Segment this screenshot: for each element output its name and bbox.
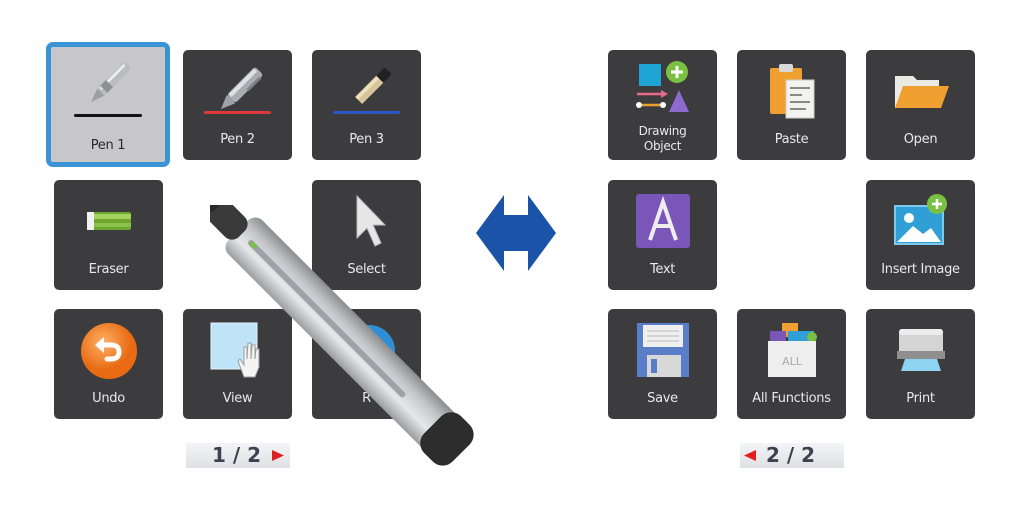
pen-3-button[interactable]: Pen 3 — [312, 50, 421, 160]
view-button[interactable]: View — [183, 309, 292, 419]
open-label: Open — [903, 132, 938, 147]
all-functions-button[interactable]: ALL All Functions — [737, 309, 846, 419]
fountain-pen-icon — [91, 62, 131, 102]
text-button[interactable]: Text — [608, 180, 717, 290]
view-hand-icon — [210, 322, 259, 378]
cursor-arrow-icon — [356, 194, 386, 247]
eraser-icon — [86, 212, 131, 230]
pager-text: 1 / 2 — [212, 443, 262, 467]
insert-image-button[interactable]: Insert Image — [866, 180, 975, 290]
text-a-icon — [635, 194, 690, 248]
view-label: View — [222, 391, 253, 406]
r-button[interactable]: R — [312, 309, 421, 419]
printer-icon — [896, 329, 945, 371]
insert-image-label: Insert Image — [881, 262, 960, 277]
pen-3-color-line — [333, 111, 400, 114]
pager-text: 2 / 2 — [766, 443, 816, 467]
pen-1-label: Pen 1 — [90, 138, 126, 153]
drawing-object-button[interactable]: Drawing Object — [608, 50, 717, 160]
svg-text:ALL: ALL — [782, 355, 803, 368]
pen-1-button[interactable]: Pen 1 — [46, 42, 170, 167]
drawing-object-label: Drawing Object — [638, 124, 687, 153]
text-label: Text — [649, 262, 676, 277]
folder-icon — [894, 76, 949, 108]
undo-icon — [80, 323, 137, 379]
next-arrow-icon[interactable] — [272, 450, 284, 461]
pen-2-label: Pen 2 — [220, 132, 255, 147]
print-button[interactable]: Print — [866, 309, 975, 419]
drawing-object-icon — [635, 61, 689, 112]
open-button[interactable]: Open — [866, 50, 975, 160]
pen-3-label: Pen 3 — [349, 132, 384, 147]
pager-page-1: 1 / 2 — [186, 443, 290, 468]
prev-arrow-icon[interactable] — [744, 450, 756, 461]
pager-page-2: 2 / 2 — [740, 443, 844, 468]
all-functions-label: All Functions — [752, 391, 831, 406]
r-label: R — [362, 391, 371, 406]
print-label: Print — [906, 391, 935, 406]
eraser-label: Eraser — [88, 262, 129, 277]
undo-label: Undo — [92, 391, 125, 406]
select-label: Select — [347, 262, 386, 277]
eraser-button[interactable]: Eraser — [54, 180, 163, 290]
pen-2-button[interactable]: Pen 2 — [183, 50, 292, 160]
pen-2-color-line — [204, 111, 271, 114]
save-button[interactable]: Save — [608, 309, 717, 419]
blue-circle-icon — [342, 325, 395, 377]
pen-1-color-line — [74, 114, 142, 117]
select-button[interactable]: Select — [312, 180, 421, 290]
paste-label: Paste — [774, 132, 809, 147]
double-arrow-icon — [476, 195, 556, 271]
all-functions-icon: ALL — [767, 323, 817, 377]
undo-button[interactable]: Undo — [54, 309, 163, 419]
insert-image-icon — [893, 194, 947, 245]
paste-button[interactable]: Paste — [737, 50, 846, 160]
save-label: Save — [647, 391, 678, 406]
clipboard-icon — [769, 64, 814, 119]
floppy-disk-icon — [636, 323, 689, 377]
